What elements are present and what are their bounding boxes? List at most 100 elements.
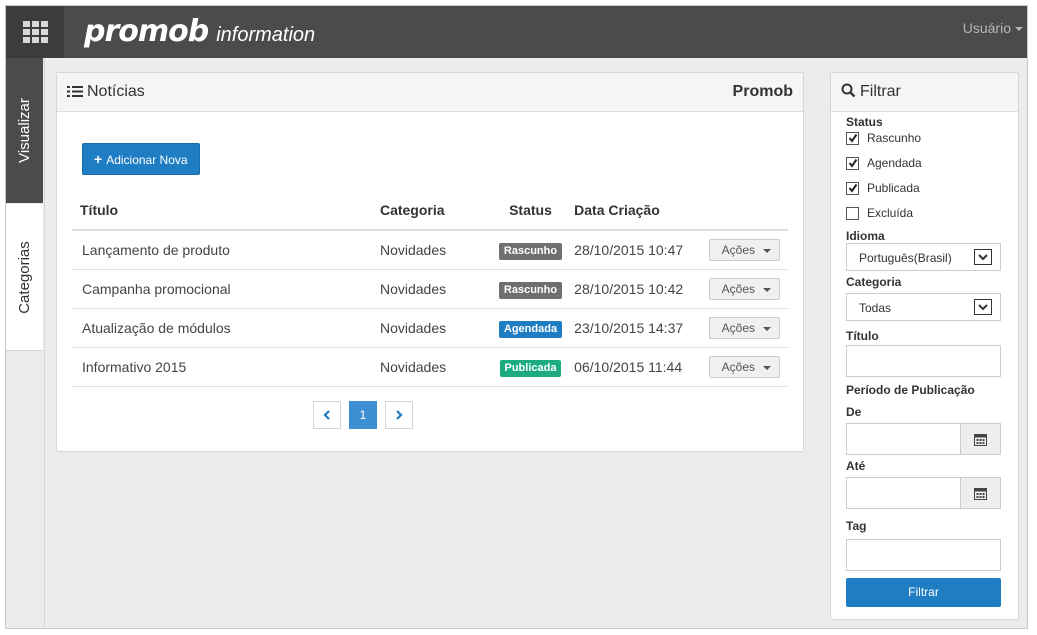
checkbox-label: Agendada <box>867 156 922 170</box>
status-badge: Rascunho <box>498 242 563 260</box>
row-date: 23/10/2015 14:37 <box>574 308 701 348</box>
checkbox-label: Publicada <box>867 181 920 195</box>
checkbox-label: Rascunho <box>867 131 922 145</box>
status-checkbox-publicada[interactable]: Publicada <box>846 181 920 195</box>
actions-label: Ações <box>721 243 755 257</box>
filter-panel-title: Filtrar <box>841 73 901 111</box>
tag-input[interactable] <box>846 539 1001 571</box>
apps-menu-button[interactable] <box>6 6 64 58</box>
add-news-label: Adicionar Nova <box>106 153 188 167</box>
prev-page-button[interactable] <box>313 401 341 429</box>
tab-visualizar[interactable]: Visualizar <box>6 58 43 203</box>
category-select[interactable]: Todas <box>846 293 1001 321</box>
checkbox-label: Excluída <box>867 206 914 220</box>
caret-down-icon <box>763 326 771 331</box>
calendar-icon <box>974 487 987 500</box>
news-panel-header: Notícias Promob <box>57 73 803 112</box>
table-header-row: Título Categoria Status Data Criação <box>72 191 788 231</box>
tag-label: Tag <box>846 519 867 533</box>
checkbox-box[interactable] <box>846 156 859 170</box>
column-header-status[interactable]: Status <box>486 191 575 231</box>
row-actions-cell: Ações <box>700 269 788 309</box>
filter-title-text: Filtrar <box>860 83 901 100</box>
row-date: 28/10/2015 10:47 <box>574 230 701 270</box>
checkmark-icon <box>848 133 857 143</box>
actions-dropdown-button[interactable]: Ações <box>708 317 780 339</box>
tab-visualizar-label: Visualizar <box>16 98 34 163</box>
column-header-date[interactable]: Data Criação <box>574 191 701 231</box>
actions-label: Ações <box>721 282 755 296</box>
row-category: Novidades <box>379 230 487 270</box>
brand-name: promob <box>84 14 209 49</box>
brand-subtitle: information <box>216 24 316 46</box>
news-title-text: Notícias <box>87 83 145 100</box>
to-date-field <box>846 477 1001 509</box>
chevron-left-icon <box>323 410 330 420</box>
title-label: Título <box>846 329 879 343</box>
to-date-input[interactable] <box>846 477 961 509</box>
brand-logo: promob information <box>84 12 315 52</box>
caret-down-icon <box>1015 27 1023 32</box>
column-header-actions <box>700 191 788 231</box>
page-1-button[interactable]: 1 <box>349 401 377 429</box>
checkbox-box[interactable] <box>846 181 859 195</box>
status-badge: Rascunho <box>498 281 563 299</box>
tab-categorias[interactable]: Categorias <box>6 204 43 351</box>
filter-submit-button[interactable]: Filtrar <box>846 578 1001 607</box>
tab-categorias-label: Categorias <box>16 240 34 314</box>
actions-dropdown-button[interactable]: Ações <box>708 239 780 261</box>
row-title[interactable]: Atualização de módulos <box>72 308 380 348</box>
to-date-picker-button[interactable] <box>960 477 1001 509</box>
next-page-button[interactable] <box>385 401 413 429</box>
add-news-button[interactable]: + Adicionar Nova <box>82 143 200 175</box>
row-title[interactable]: Informativo 2015 <box>72 347 380 387</box>
checkmark-icon <box>848 183 857 193</box>
row-category: Novidades <box>379 269 487 309</box>
row-title[interactable]: Lançamento de produto <box>72 230 380 270</box>
news-panel-title: Notícias <box>67 73 145 111</box>
company-label: Promob <box>732 83 793 100</box>
grid-icon <box>22 21 48 43</box>
top-bar: promob information Usuário <box>6 6 1027 58</box>
news-panel: Notícias Promob + Adicionar Nova Título C… <box>56 72 804 452</box>
checkbox-box[interactable] <box>846 206 859 220</box>
chevron-right-icon <box>396 410 403 420</box>
category-value: Todas <box>859 301 892 315</box>
status-checkbox-rascunho[interactable]: Rascunho <box>846 131 921 145</box>
column-header-title[interactable]: Título <box>72 191 380 231</box>
pagination: 1 <box>313 401 413 429</box>
table-row: Campanha promocional Novidades Rascunho 28/… <box>72 269 788 309</box>
row-category: Novidades <box>379 308 487 348</box>
actions-dropdown-button[interactable]: Ações <box>708 356 780 378</box>
language-label: Idioma <box>846 229 885 243</box>
table-row: Lançamento de produto Novidades Rascunho 28… <box>72 230 788 270</box>
from-date-input[interactable] <box>846 423 961 455</box>
filter-panel-header: Filtrar <box>831 73 1018 112</box>
caret-down-icon <box>763 248 771 253</box>
title-input[interactable] <box>846 345 1001 377</box>
user-menu-label: Usuário <box>962 20 1011 36</box>
column-header-category[interactable]: Categoria <box>379 191 487 231</box>
status-label: Status <box>846 115 883 129</box>
status-checkbox-agendada[interactable]: Agendada <box>846 156 922 170</box>
table-row: Informativo 2015 Novidades Publicada 06/10/… <box>72 347 788 387</box>
row-title[interactable]: Campanha promocional <box>72 269 380 309</box>
actions-dropdown-button[interactable]: Ações <box>708 278 780 300</box>
row-date: 06/10/2015 11:44 <box>574 347 701 387</box>
language-select[interactable]: Português(Brasil) <box>846 243 1001 271</box>
caret-down-icon <box>763 287 771 292</box>
checkbox-box[interactable] <box>846 131 859 145</box>
row-category: Novidades <box>379 347 487 387</box>
user-menu[interactable]: Usuário <box>963 6 1023 58</box>
from-date-picker-button[interactable] <box>960 423 1001 455</box>
side-tabs: Visualizar Categorias <box>6 58 45 628</box>
row-date: 28/10/2015 10:42 <box>574 269 701 309</box>
row-actions-cell: Ações <box>700 347 788 387</box>
row-status-cell: Publicada <box>486 347 575 387</box>
actions-label: Ações <box>721 321 755 335</box>
status-checkbox-excluída[interactable]: Excluída <box>846 206 913 220</box>
app-window: promob information Usuário Visualizar Ca… <box>5 5 1028 629</box>
chevron-down-icon <box>974 249 992 265</box>
calendar-icon <box>974 433 987 446</box>
news-table: Título Categoria Status Data Criação Lan… <box>72 191 788 387</box>
